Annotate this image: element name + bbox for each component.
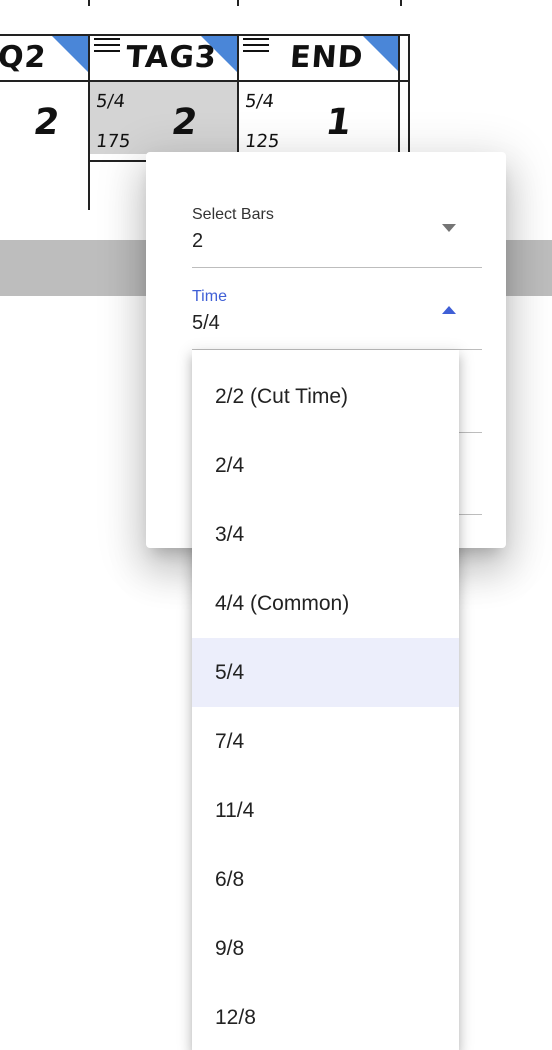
menu-option[interactable]: 3/4 (192, 500, 459, 569)
time-signature-dropdown[interactable]: Time 5/4 (192, 288, 482, 350)
menu-option-selected[interactable]: 5/4 (192, 638, 459, 707)
section-header-end[interactable]: END (289, 40, 365, 75)
field-underline (192, 267, 482, 268)
grid-line (88, 160, 148, 162)
grid-tick (400, 0, 402, 6)
drag-handle-icon[interactable] (243, 38, 269, 56)
section-marker-icon[interactable] (52, 36, 88, 72)
menu-option[interactable]: 6/8 (192, 845, 459, 914)
chevron-up-icon (442, 306, 456, 314)
grid-line (398, 34, 400, 154)
grid-tick (237, 0, 239, 6)
menu-option[interactable]: 11/4 (192, 776, 459, 845)
menu-option[interactable]: 2/2 (Cut Time) (192, 362, 459, 431)
menu-option[interactable]: 2/4 (192, 431, 459, 500)
select-bars-dropdown[interactable]: Select Bars 2 (192, 206, 482, 268)
select-bars-value: 2 (192, 230, 204, 252)
grid-tick (88, 0, 90, 6)
cell-tempo: 175 (94, 131, 132, 152)
menu-option[interactable]: 9/8 (192, 914, 459, 983)
drag-handle-icon[interactable] (94, 38, 120, 56)
cell-tempo: 125 (243, 131, 281, 152)
time-value: 5/4 (192, 312, 220, 334)
grid-line (408, 34, 410, 154)
cell-bar-count[interactable]: 2 (31, 102, 62, 143)
cell-time-signature: 5/4 (94, 91, 127, 112)
cell-bar-count[interactable]: 1 (323, 102, 354, 143)
section-marker-icon[interactable] (201, 36, 237, 72)
menu-option[interactable]: 4/4 (Common) (192, 569, 459, 638)
section-marker-icon[interactable] (363, 36, 399, 72)
chevron-down-icon (442, 224, 456, 232)
grid-line (237, 34, 239, 154)
time-signature-menu: 2/2 (Cut Time) 2/4 3/4 4/4 (Common) 5/4 … (192, 350, 459, 1050)
grid-line (0, 80, 410, 82)
menu-option[interactable]: 7/4 (192, 707, 459, 776)
grid-line (88, 34, 90, 210)
menu-option[interactable]: 12/8 (192, 983, 459, 1050)
select-bars-label: Select Bars (192, 206, 274, 223)
time-label: Time (192, 288, 227, 305)
cell-time-signature: 5/4 (243, 91, 276, 112)
section-header-q2[interactable]: Q2 (0, 40, 48, 75)
